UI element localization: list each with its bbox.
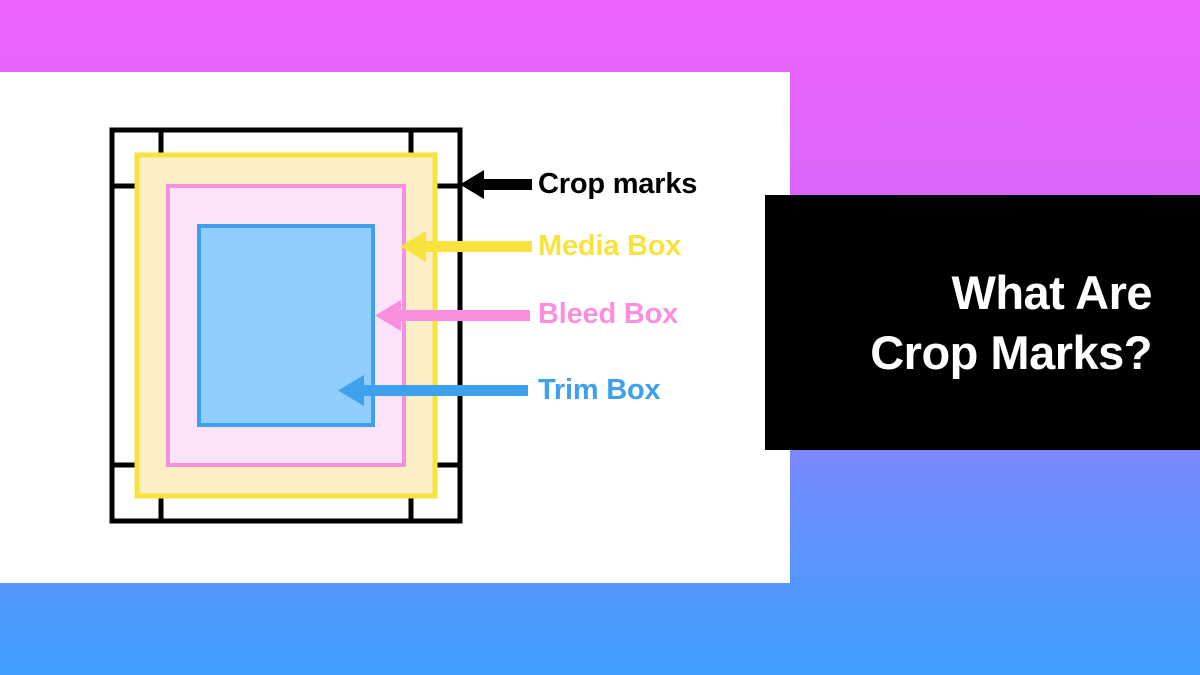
page-title: What Are Crop Marks?	[870, 266, 1152, 379]
title-block: What Are Crop Marks?	[765, 195, 1200, 450]
crop-marks-arrow	[460, 170, 532, 199]
bleed-box-arrow	[375, 300, 530, 331]
legend-label-trim-box: Trim Box	[538, 374, 661, 406]
legend-label-bleed-box: Bleed Box	[538, 298, 679, 330]
media-box-arrow	[400, 231, 532, 262]
slide-canvas: Crop marks Media Box Bleed Box Trim Box …	[0, 0, 1200, 675]
legend-label-crop-marks: Crop marks	[538, 168, 698, 200]
legend-label-media-box: Media Box	[538, 230, 682, 262]
